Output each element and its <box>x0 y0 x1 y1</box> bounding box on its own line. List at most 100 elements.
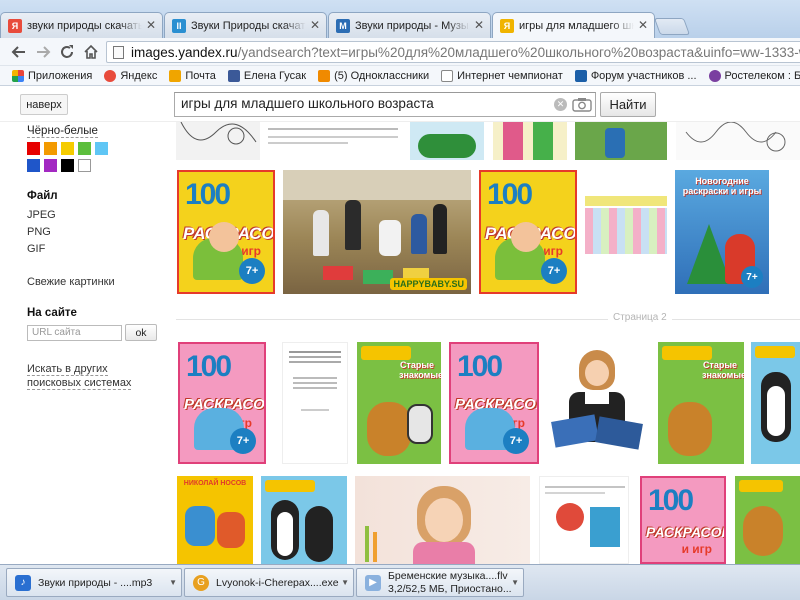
result-thumbnail-puzzle-page[interactable] <box>539 476 629 564</box>
age-badge: 7+ <box>230 428 256 454</box>
color-swatch-cyan[interactable] <box>95 142 108 155</box>
chevron-down-icon[interactable]: ▼ <box>511 578 519 587</box>
result-thumbnail-madagascar-book[interactable]: Старые знакомые <box>658 342 744 464</box>
cover-number: 100 <box>185 178 231 211</box>
file-type-jpeg[interactable]: JPEG <box>27 209 56 221</box>
result-thumbnail[interactable] <box>575 122 667 160</box>
file-type-gif[interactable]: GIF <box>27 243 45 255</box>
bookmark-championat[interactable]: Интернет чемпионат <box>441 69 563 82</box>
cover-number: 100 <box>487 178 533 211</box>
tab-strip: Я звуки природы скачать б ✕ II Звуки При… <box>0 0 800 38</box>
result-thumbnail-girl-photo[interactable] <box>355 476 530 564</box>
other-search-link-line1[interactable]: Искать в других <box>27 363 108 376</box>
result-thumbnail-kids-playing-photo[interactable]: HAPPYBABY.SU <box>283 170 471 294</box>
address-bar[interactable]: images.yandex.ru/yandsearch?text=игры%20… <box>106 41 800 63</box>
result-thumbnail-madagascar-book[interactable]: Старые знакомые <box>357 342 441 464</box>
download-filename: Lvyonok-i-Cherepax....exe <box>216 576 339 589</box>
result-thumbnail-coloring-book-pink[interactable]: 100 РАСКРАСОК и игр <box>640 476 726 564</box>
reload-icon[interactable] <box>58 43 76 61</box>
close-tab-icon[interactable]: ✕ <box>638 18 648 32</box>
color-swatch-green[interactable] <box>78 142 91 155</box>
watermark-label: HAPPYBABY.SU <box>390 278 467 290</box>
back-arrow-icon[interactable] <box>10 43 28 61</box>
bookmark-mail[interactable]: Почта <box>169 69 216 82</box>
fresh-images-link[interactable]: Свежие картинки <box>27 276 115 288</box>
other-search-link-line2[interactable]: поисковых системах <box>27 377 132 390</box>
result-thumbnail[interactable] <box>410 122 484 160</box>
color-swatch-blue[interactable] <box>27 159 40 172</box>
tab-1[interactable]: II Звуки Природы скачать с ✕ <box>164 12 327 38</box>
result-thumbnail-penguins-book[interactable] <box>751 342 800 464</box>
bookmark-apps[interactable]: Приложения <box>12 69 92 82</box>
bw-filter-link[interactable]: Чёрно-белые <box>27 125 98 138</box>
download-item-mp3[interactable]: ♪ Звуки природы - ....mp3 ▼ <box>6 568 182 597</box>
tab-title: Звуки природы - Музык <box>355 19 470 32</box>
camera-search-icon[interactable] <box>572 97 592 112</box>
home-icon[interactable] <box>82 43 100 61</box>
find-button[interactable]: Найти <box>600 92 656 117</box>
chevron-down-icon[interactable]: ▼ <box>341 578 349 587</box>
color-swatch-orange[interactable] <box>44 142 57 155</box>
result-thumbnail-coloring-book-pink[interactable]: 100 РАСКРАСОК и игр 7+ <box>449 342 539 464</box>
child-head-illustration <box>511 222 541 252</box>
result-thumbnail-multiplication-table[interactable] <box>585 196 667 262</box>
video-file-icon: ▶ <box>365 574 381 591</box>
site-heading: На сайте <box>27 307 77 319</box>
close-tab-icon[interactable]: ✕ <box>310 18 320 32</box>
bookmark-odnoklassniki[interactable]: (5) Одноклассники <box>318 69 429 82</box>
download-filename: Звуки природы - ....mp3 <box>38 576 153 589</box>
result-thumbnail-document[interactable] <box>282 342 348 464</box>
result-thumbnail[interactable] <box>493 122 567 160</box>
download-item-flv[interactable]: ▶ Бременские музыка....flv 3,2/52,5 МБ, … <box>356 568 524 597</box>
bookmark-elena[interactable]: Елена Гусак <box>227 69 306 82</box>
close-tab-icon[interactable]: ✕ <box>474 18 484 32</box>
color-swatch-purple[interactable] <box>44 159 57 172</box>
color-swatch-yellow[interactable] <box>61 142 74 155</box>
tab-3-active[interactable]: Я игры для младшего шко ✕ <box>492 12 655 38</box>
color-swatch-red[interactable] <box>27 142 40 155</box>
result-thumbnail-girl-with-book[interactable] <box>549 342 645 464</box>
file-type-png[interactable]: PNG <box>27 226 51 238</box>
bookmark-yandex[interactable]: Яндекс <box>104 69 157 82</box>
chevron-down-icon[interactable]: ▼ <box>169 578 177 587</box>
result-thumbnail-new-year-book[interactable]: Новогодние раскраски и игры 7+ <box>675 170 769 294</box>
close-tab-icon[interactable]: ✕ <box>146 18 156 32</box>
search-input[interactable]: игры для младшего школьного возраста <box>174 92 596 117</box>
result-thumbnail[interactable] <box>262 122 404 160</box>
tab-0[interactable]: Я звуки природы скачать б ✕ <box>0 12 163 38</box>
mail-icon <box>169 69 182 82</box>
page-icon <box>113 46 124 59</box>
bookmark-label: Форум участников ... <box>590 69 697 82</box>
scroll-up-button[interactable]: наверх <box>20 94 68 115</box>
search-header: наверх игры для младшего школьного возра… <box>0 86 800 122</box>
result-thumbnail-coloring-book-pink[interactable]: 100 РАСКРАСОК и игр 7+ <box>178 342 266 464</box>
tab-2[interactable]: M Звуки природы - Музык ✕ <box>328 12 491 38</box>
result-thumbnail[interactable] <box>676 122 800 160</box>
cover-title: Старые знакомые <box>399 360 441 380</box>
cover-title: Старые знакомые <box>702 360 744 380</box>
cover-number: 100 <box>186 350 232 383</box>
bookmark-rostelecom[interactable]: Ростелеком : Безоп... <box>708 69 800 82</box>
bookmark-forum[interactable]: Форум участников ... <box>574 69 697 82</box>
result-thumbnail-coloring-book[interactable]: 100 РАСКРАСОК и игр 7+ <box>479 170 577 294</box>
site-url-input[interactable]: URL сайта <box>27 325 122 341</box>
new-tab-button[interactable] <box>653 18 691 35</box>
bookmark-label: Почта <box>185 69 216 82</box>
page-number-label: Страница 2 <box>608 312 672 323</box>
bookmark-label: Интернет чемпионат <box>457 69 563 82</box>
result-thumbnail[interactable] <box>176 122 260 160</box>
cover-subtitle: и игр <box>681 542 712 556</box>
clear-search-icon[interactable]: ✕ <box>554 98 567 111</box>
color-swatch-black[interactable] <box>61 159 74 172</box>
site-ok-button[interactable]: ok <box>125 324 157 341</box>
result-thumbnail-penguins-book[interactable] <box>261 476 347 564</box>
age-badge: 7+ <box>239 258 265 284</box>
download-item-exe[interactable]: G Lvyonok-i-Cherepax....exe ▼ <box>184 568 354 597</box>
odnoklassniki-icon <box>318 69 331 82</box>
forward-arrow-icon[interactable] <box>34 43 52 61</box>
tab-title: звуки природы скачать б <box>27 19 142 32</box>
result-thumbnail-nosov-book[interactable]: НИКОЛАЙ НОСОВ <box>177 476 253 564</box>
result-thumbnail-madagascar-book[interactable] <box>735 476 800 564</box>
result-thumbnail-coloring-book[interactable]: 100 РАСКРАСОК и игр 7+ <box>177 170 275 294</box>
color-swatch-white[interactable] <box>78 159 91 172</box>
